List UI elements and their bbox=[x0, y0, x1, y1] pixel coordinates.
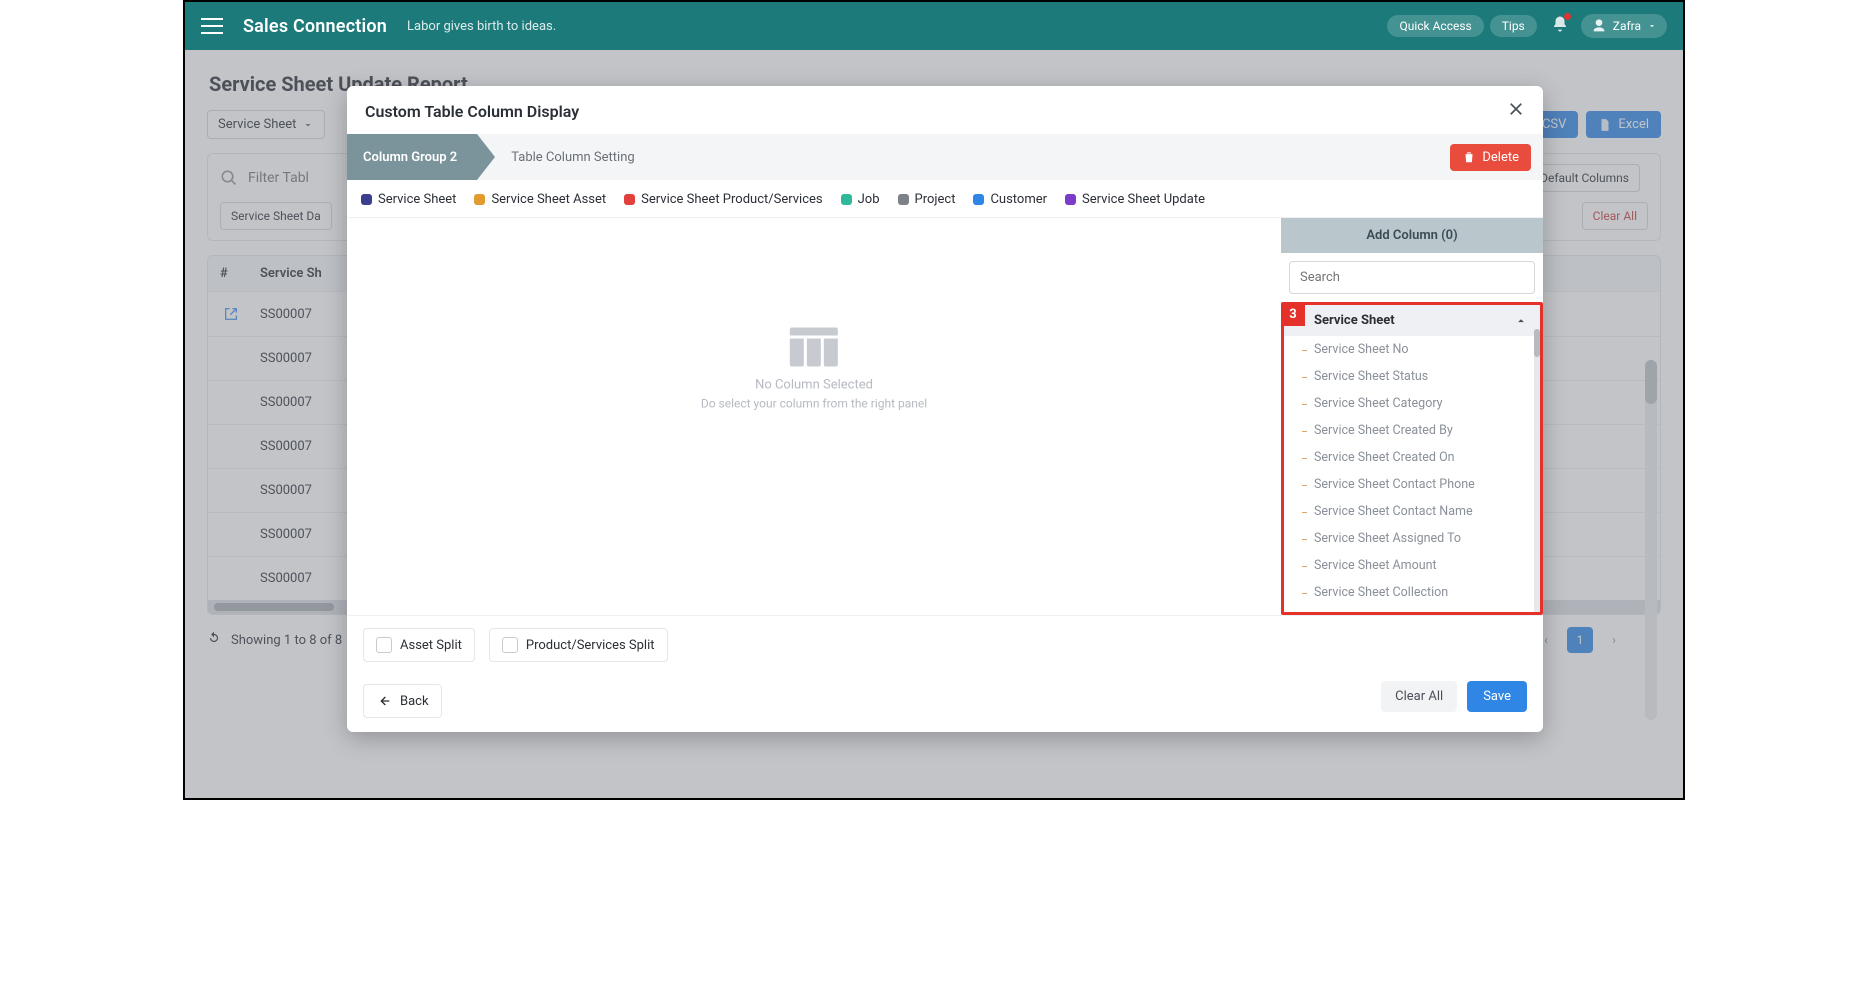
legend-swatch bbox=[361, 194, 372, 205]
column-option[interactable]: Service Sheet Category bbox=[1284, 390, 1540, 417]
column-option[interactable]: Service Sheet Contact Name bbox=[1284, 498, 1540, 525]
empty-title: No Column Selected bbox=[701, 377, 927, 392]
legend-item: Customer bbox=[973, 192, 1047, 207]
column-option[interactable]: Service Sheet Collection bbox=[1284, 579, 1540, 606]
column-option[interactable]: Service Sheet Created By bbox=[1284, 417, 1540, 444]
step-badge: 3 bbox=[1281, 302, 1305, 326]
save-button[interactable]: Save bbox=[1467, 681, 1527, 712]
column-option[interactable]: Service Sheet Outstanding bbox=[1284, 606, 1540, 615]
close-icon[interactable] bbox=[1507, 100, 1525, 122]
trash-icon bbox=[1462, 150, 1476, 164]
legend-label: Service Sheet Update bbox=[1082, 192, 1205, 207]
breadcrumb: Column Group 2 Table Column Setting Dele… bbox=[347, 134, 1543, 180]
legend-label: Service Sheet Asset bbox=[491, 192, 606, 207]
asset-split-label: Asset Split bbox=[400, 638, 462, 653]
notification-dot bbox=[1564, 13, 1571, 20]
modal-title: Custom Table Column Display bbox=[365, 102, 579, 121]
column-search-input[interactable] bbox=[1289, 261, 1535, 294]
user-name: Zafra bbox=[1613, 19, 1641, 33]
column-option[interactable]: Service Sheet Amount bbox=[1284, 552, 1540, 579]
menu-icon[interactable] bbox=[201, 18, 223, 34]
arrow-left-icon bbox=[376, 693, 392, 709]
breadcrumb-active[interactable]: Column Group 2 bbox=[347, 134, 477, 180]
legend-row: Service Sheet Service Sheet Asset Service … bbox=[347, 180, 1543, 218]
empty-subtitle: Do select your column from the right pan… bbox=[701, 396, 927, 410]
legend-label: Job bbox=[858, 192, 880, 207]
legend-swatch bbox=[898, 194, 909, 205]
avatar-icon bbox=[1591, 18, 1607, 34]
modal-clear-all-button[interactable]: Clear All bbox=[1381, 681, 1457, 712]
legend-item: Job bbox=[841, 192, 880, 207]
legend-item: Service Sheet Product/Services bbox=[624, 192, 822, 207]
tips-button[interactable]: Tips bbox=[1490, 15, 1537, 37]
column-option[interactable]: Service Sheet No bbox=[1284, 336, 1540, 363]
delete-label: Delete bbox=[1482, 150, 1519, 165]
column-option[interactable]: Service Sheet Status bbox=[1284, 363, 1540, 390]
legend-swatch bbox=[841, 194, 852, 205]
delete-button[interactable]: Delete bbox=[1450, 144, 1531, 171]
brand-label: Sales Connection bbox=[243, 16, 387, 37]
empty-state: No Column Selected Do select your column… bbox=[701, 327, 927, 410]
back-label: Back bbox=[400, 694, 429, 709]
product-split-checkbox[interactable]: Product/Services Split bbox=[489, 628, 668, 662]
checkbox-icon bbox=[376, 637, 392, 653]
add-column-panel: Add Column (0) 3 Service Sheet Service S… bbox=[1281, 218, 1543, 615]
column-option[interactable]: Service Sheet Contact Phone bbox=[1284, 471, 1540, 498]
legend-label: Customer bbox=[990, 192, 1047, 207]
quick-access-button[interactable]: Quick Access bbox=[1387, 15, 1483, 37]
chevron-down-icon bbox=[1647, 21, 1657, 31]
panel-scrollbar[interactable] bbox=[1534, 329, 1540, 612]
column-option[interactable]: Service Sheet Assigned To bbox=[1284, 525, 1540, 552]
column-options-panel: 3 Service Sheet Service Sheet NoService … bbox=[1281, 302, 1543, 615]
top-bar: Sales Connection Labor gives birth to id… bbox=[185, 2, 1683, 50]
legend-item: Service Sheet bbox=[361, 192, 456, 207]
add-column-header: Add Column (0) bbox=[1281, 218, 1543, 253]
bell-icon[interactable] bbox=[1551, 15, 1569, 37]
checkbox-icon bbox=[502, 637, 518, 653]
breadcrumb-next[interactable]: Table Column Setting bbox=[511, 150, 634, 165]
legend-label: Project bbox=[915, 192, 956, 207]
legend-item: Project bbox=[898, 192, 956, 207]
column-display-modal: Custom Table Column Display Column Group… bbox=[347, 86, 1543, 732]
column-option[interactable]: Service Sheet Created On bbox=[1284, 444, 1540, 471]
column-group-header[interactable]: Service Sheet bbox=[1284, 305, 1540, 336]
table-icon bbox=[790, 327, 838, 367]
asset-split-checkbox[interactable]: Asset Split bbox=[363, 628, 475, 662]
back-button[interactable]: Back bbox=[363, 684, 442, 718]
column-canvas: No Column Selected Do select your column… bbox=[347, 218, 1281, 615]
tagline-label: Labor gives birth to ideas. bbox=[407, 19, 556, 34]
legend-swatch bbox=[973, 194, 984, 205]
user-menu[interactable]: Zafra bbox=[1581, 14, 1667, 38]
legend-swatch bbox=[624, 194, 635, 205]
legend-label: Service Sheet Product/Services bbox=[641, 192, 822, 207]
legend-item: Service Sheet Update bbox=[1065, 192, 1205, 207]
group-label: Service Sheet bbox=[1314, 313, 1395, 328]
product-split-label: Product/Services Split bbox=[526, 638, 655, 653]
legend-swatch bbox=[474, 194, 485, 205]
legend-swatch bbox=[1065, 194, 1076, 205]
legend-item: Service Sheet Asset bbox=[474, 192, 606, 207]
chevron-up-icon bbox=[1514, 314, 1528, 328]
legend-label: Service Sheet bbox=[378, 192, 456, 207]
